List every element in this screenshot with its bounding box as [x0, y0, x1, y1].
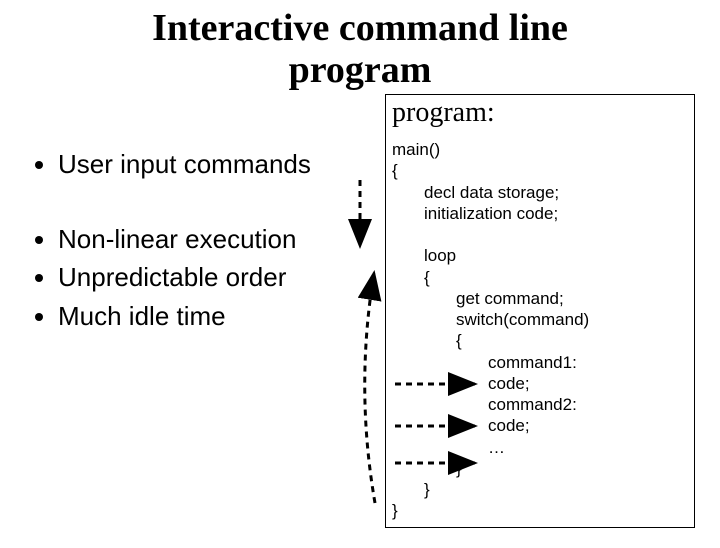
code-line-switch: switch(command)	[392, 309, 688, 330]
code-line-dots: …	[392, 437, 688, 458]
code-line-loop-close: }	[392, 479, 688, 500]
code-heading: program:	[392, 97, 688, 129]
code-line-code1: code;	[392, 373, 688, 394]
bullet-nonlinear: Non-linear execution	[58, 223, 311, 256]
code-listing: main() { decl data storage; initializati…	[392, 139, 688, 522]
code-line-code2: code;	[392, 415, 688, 436]
code-line-loop-open: {	[392, 267, 688, 288]
bullet-idle: Much idle time	[58, 300, 311, 333]
code-line-switch-open: {	[392, 330, 688, 351]
code-line-switch-close: }	[392, 458, 688, 479]
slide-title: Interactive command line program	[0, 8, 720, 92]
code-line-get: get command;	[392, 288, 688, 309]
code-line-cmd1: command1:	[392, 352, 688, 373]
bullet-list: User input commands Non-linear execution…	[30, 148, 311, 338]
title-line-2: program	[289, 49, 432, 91]
code-line-main-close: }	[392, 501, 398, 520]
code-line-init: initialization code;	[392, 203, 688, 224]
title-line-1: Interactive command line	[152, 7, 568, 49]
code-line-decl: decl data storage;	[392, 182, 688, 203]
code-line-cmd2: command2:	[392, 394, 688, 415]
bullet-unpredictable: Unpredictable order	[58, 261, 311, 294]
bullet-user-input: User input commands	[58, 148, 311, 181]
code-line-loop: loop	[392, 245, 688, 266]
code-line-main: main()	[392, 140, 440, 159]
arrow-loop-icon	[365, 273, 375, 503]
code-line-open: {	[392, 161, 398, 180]
code-box: program: main() { decl data storage; ini…	[385, 94, 695, 528]
